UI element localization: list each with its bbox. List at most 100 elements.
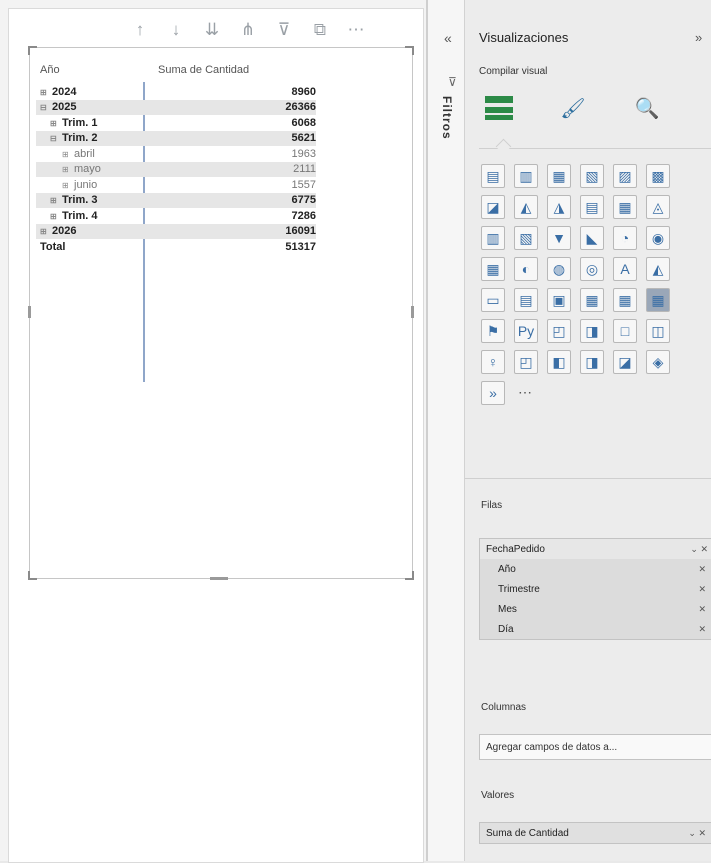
matrix-row[interactable]: ⊞ Trim. 4 7286 (36, 208, 316, 224)
visual-type-icon[interactable]: ◪ (481, 195, 505, 219)
expand-collapse-icon[interactable]: ⊞ (50, 196, 58, 205)
visual-type-icon[interactable]: ◬ (646, 195, 670, 219)
visual-type-icon[interactable]: ◨ (580, 319, 604, 343)
visual-type-icon[interactable]: ▥ (481, 226, 505, 250)
matrix-row[interactable]: ⊞ 2024 8960 (36, 84, 316, 100)
matrix-row[interactable]: ⊟ Trim. 2 5621 (36, 130, 316, 146)
visual-type-icon[interactable]: ▥ (514, 164, 538, 188)
remove-field-icon[interactable]: ✕ (698, 564, 706, 575)
rows-subfield[interactable]: Día ✕ (480, 619, 711, 639)
visual-type-icon[interactable]: ▦ (481, 257, 505, 281)
matrix-row[interactable]: ⊞ 2026 16091 (36, 223, 316, 239)
visual-type-icon[interactable]: ◣ (580, 226, 604, 250)
resize-handle-bottom-left[interactable] (28, 571, 37, 580)
filters-label[interactable]: Filtros (440, 96, 454, 140)
visual-type-icon[interactable]: ◭ (514, 195, 538, 219)
visual-type-icon[interactable]: ⋯ (514, 381, 536, 403)
resize-handle-top-left[interactable] (28, 46, 37, 55)
expand-collapse-icon[interactable]: ⊞ (40, 227, 48, 236)
matrix-row[interactable]: ⊞ Trim. 1 6068 (36, 115, 316, 131)
expand-collapse-icon[interactable]: ⊞ (62, 150, 70, 159)
matrix-row[interactable]: ⊞ mayo 2111 (36, 161, 316, 177)
visual-type-icon[interactable]: ◍ (547, 257, 571, 281)
resize-handle-bottom[interactable] (210, 577, 228, 580)
visual-type-icon[interactable]: ▧ (514, 226, 538, 250)
visual-type-icon[interactable]: ◔ (613, 226, 637, 250)
matrix-row[interactable]: ⊞ junio 1557 (36, 177, 316, 193)
matrix-row[interactable]: ⊞ abril 1963 (36, 146, 316, 162)
visual-type-icon[interactable]: ▨ (613, 164, 637, 188)
visual-type-icon[interactable]: □ (613, 319, 637, 343)
visual-type-icon[interactable]: ▭ (481, 288, 505, 312)
rows-field-fechapedido[interactable]: FechaPedido ⌄ ✕ (480, 539, 711, 559)
expand-hierarchy-icon[interactable]: ⋔ (237, 19, 259, 41)
expand-collapse-icon[interactable]: ⊞ (62, 165, 70, 174)
visual-type-icon[interactable]: ▧ (580, 164, 604, 188)
matrix-row[interactable]: ⊞ Trim. 3 6775 (36, 192, 316, 208)
focus-mode-icon[interactable]: ⧉ (309, 19, 331, 41)
columns-well-dropzone[interactable]: Agregar campos de datos a... (479, 734, 711, 760)
tab-build-visual[interactable] (479, 90, 519, 126)
expand-collapse-icon[interactable]: ⊞ (40, 88, 48, 97)
values-field-sum-quantity[interactable]: Suma de Cantidad ⌄ ✕ (479, 822, 711, 844)
visual-type-icon[interactable]: ♀ (481, 350, 505, 374)
rows-subfield[interactable]: Trimestre ✕ (480, 579, 711, 599)
header-sum-quantity[interactable]: Suma de Cantidad (148, 64, 316, 76)
arrow-down-icon[interactable]: ↓ (165, 19, 187, 41)
rows-subfield[interactable]: Año ✕ (480, 559, 711, 579)
rows-subfield[interactable]: Mes ✕ (480, 599, 711, 619)
expand-collapse-icon[interactable]: ⊞ (62, 181, 70, 190)
expand-collapse-icon[interactable]: ⊞ (50, 212, 58, 221)
matrix-row[interactable]: Total 51317 (36, 239, 316, 255)
expand-pane-icon[interactable]: » (695, 30, 702, 45)
visual-type-icon[interactable]: ◭ (646, 257, 670, 281)
remove-field-icon[interactable]: ✕ (698, 624, 706, 635)
visual-type-icon[interactable]: A (613, 257, 637, 281)
visual-type-icon[interactable]: ▤ (514, 288, 538, 312)
matrix-visual[interactable]: Año Suma de Cantidad ⊞ 2024 8960 ⊟ 2025 26366… (28, 46, 414, 580)
resize-handle-right[interactable] (411, 306, 414, 318)
field-controls[interactable]: ⌄ ✕ (690, 544, 708, 555)
resize-handle-left[interactable] (28, 306, 31, 318)
visual-type-icon[interactable]: ▦ (613, 288, 637, 312)
visual-type-icon[interactable]: ▼ (547, 226, 571, 250)
visual-type-icon[interactable]: ▦ (646, 288, 670, 312)
visual-type-icon[interactable]: ▦ (547, 164, 571, 188)
visual-type-icon[interactable]: ◉ (646, 226, 670, 250)
expand-collapse-icon[interactable]: ⊟ (40, 103, 48, 112)
visual-type-icon[interactable]: ◰ (547, 319, 571, 343)
field-controls[interactable]: ⌄ ✕ (688, 828, 706, 839)
tab-analytics[interactable]: 🔍 (627, 90, 667, 126)
expand-collapse-icon[interactable]: ⊞ (50, 119, 58, 128)
more-options-icon[interactable]: ⋯ (345, 19, 367, 41)
collapse-panes-icon[interactable]: « (444, 30, 452, 46)
matrix-row[interactable]: ⊟ 2025 26366 (36, 99, 316, 115)
visual-type-icon[interactable]: ◨ (580, 350, 604, 374)
expand-collapse-icon[interactable]: ⊟ (50, 134, 58, 143)
visual-type-icon[interactable]: » (481, 381, 505, 405)
resize-handle-top-right[interactable] (405, 46, 414, 55)
visual-type-icon[interactable]: ◪ (613, 350, 637, 374)
double-arrow-down-icon[interactable]: ⇊ (201, 19, 223, 41)
visual-type-icon[interactable]: ◎ (580, 257, 604, 281)
visual-type-icon[interactable]: ⚑ (481, 319, 505, 343)
filter-icon[interactable]: ⊽ (273, 19, 295, 41)
resize-handle-bottom-right[interactable] (405, 571, 414, 580)
visual-type-icon[interactable]: ▤ (481, 164, 505, 188)
visual-type-icon[interactable]: ◰ (514, 350, 538, 374)
visual-type-icon[interactable]: ▦ (580, 288, 604, 312)
visual-type-icon[interactable]: ▩ (646, 164, 670, 188)
visual-type-icon[interactable]: ▤ (580, 195, 604, 219)
rows-well[interactable]: FechaPedido ⌄ ✕ Año ✕ Trimestre ✕ Mes ✕ Día ✕ (479, 538, 711, 640)
visual-type-icon[interactable]: ▦ (613, 195, 637, 219)
visual-type-icon[interactable]: ◫ (646, 319, 670, 343)
arrow-up-icon[interactable]: ↑ (129, 19, 151, 41)
visual-type-icon[interactable]: ◈ (646, 350, 670, 374)
visual-type-icon[interactable]: ▣ (547, 288, 571, 312)
remove-field-icon[interactable]: ✕ (698, 604, 706, 615)
tab-format-visual[interactable]: 🖌 (553, 90, 593, 126)
visual-type-icon[interactable]: ◮ (547, 195, 571, 219)
header-year[interactable]: Año (36, 64, 148, 76)
visual-type-icon[interactable]: Py (514, 319, 538, 343)
visual-type-icon[interactable]: ◐ (514, 257, 538, 281)
